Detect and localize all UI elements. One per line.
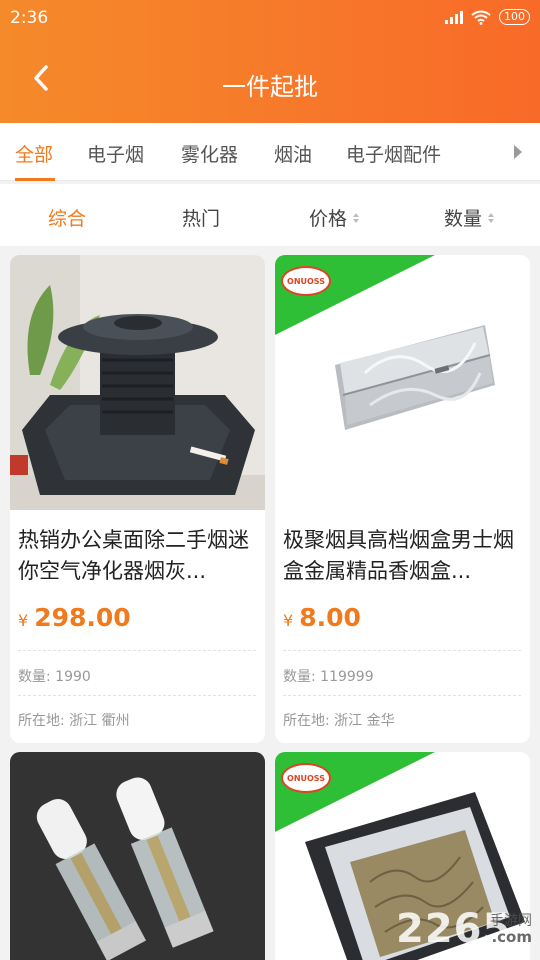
tab-active-indicator <box>15 178 55 181</box>
status-icons: 100 <box>445 9 530 25</box>
page-title: 一件起批 <box>222 73 318 101</box>
tab-atomizer[interactable]: 雾化器 <box>181 140 238 167</box>
product-location: 所在地: 浙江 衢州 <box>18 713 130 729</box>
product-price: ¥298.00 <box>18 603 131 632</box>
vape-cartridge-image <box>10 752 265 960</box>
status-bar: 2:36 100 <box>0 0 540 38</box>
sort-quantity-label: 数量 <box>444 208 483 230</box>
watermark-domain: .com <box>491 928 532 946</box>
product-card[interactable]: ONUOSS 极聚烟具高档烟盒男士烟盒金属精品香烟盒... ¥8.00 数量: … <box>275 255 530 743</box>
tab-all[interactable]: 全部 <box>15 140 53 167</box>
brand-logo: ONUOSS <box>281 266 331 296</box>
divider <box>283 695 521 696</box>
tab-accessories[interactable]: 电子烟配件 <box>346 140 441 167</box>
wifi-icon <box>471 10 491 25</box>
sort-bar: 综合 热门 价格 数量 <box>0 184 540 246</box>
sort-popular-label: 热门 <box>182 208 221 230</box>
sort-arrows-icon <box>353 212 360 223</box>
brand-logo: ONUOSS <box>281 763 331 793</box>
tab-e-cigarette[interactable]: 电子烟 <box>87 140 144 167</box>
sort-comprehensive[interactable]: 综合 <box>48 204 86 231</box>
currency-symbol: ¥ <box>18 611 29 630</box>
product-price: ¥8.00 <box>283 603 361 632</box>
watermark-text: 手游网 <box>490 913 532 929</box>
product-card[interactable] <box>10 752 265 960</box>
currency-symbol: ¥ <box>283 611 294 630</box>
navbar: 一件起批 <box>0 50 540 114</box>
sort-arrows-icon <box>488 212 495 223</box>
sort-price-label: 价格 <box>309 208 348 230</box>
air-purifier-ashtray-image <box>10 255 265 510</box>
divider <box>283 650 521 651</box>
product-card[interactable]: 热销办公桌面除二手烟迷你空气净化器烟灰... ¥298.00 数量: 1990 … <box>10 255 265 743</box>
tabs-scroll-right-icon[interactable] <box>514 145 522 159</box>
battery-icon: 100 <box>499 9 530 25</box>
price-value: 298.00 <box>34 603 131 632</box>
sort-price[interactable]: 价格 <box>309 204 360 231</box>
product-image <box>10 255 265 510</box>
app-header: 2:36 100 一件起批 <box>0 0 540 123</box>
product-image <box>10 752 265 960</box>
watermark: 2265 手游网 .com <box>396 906 536 956</box>
signal-icon <box>445 10 463 24</box>
price-value: 8.00 <box>299 603 361 632</box>
product-title: 极聚烟具高档烟盒男士烟盒金属精品香烟盒... <box>283 528 514 583</box>
product-quantity: 数量: 119999 <box>283 669 374 685</box>
divider <box>18 695 256 696</box>
product-location: 所在地: 浙江 金华 <box>283 713 395 729</box>
category-tabs: 全部 电子烟 雾化器 烟油 电子烟配件 <box>0 123 540 181</box>
sort-quantity[interactable]: 数量 <box>444 204 495 231</box>
product-quantity: 数量: 1990 <box>18 669 91 685</box>
product-title: 热销办公桌面除二手烟迷你空气净化器烟灰... <box>18 528 249 583</box>
sort-popular[interactable]: 热门 <box>182 204 220 231</box>
divider <box>18 650 256 651</box>
status-time: 2:36 <box>10 8 49 28</box>
sort-comprehensive-label: 综合 <box>48 208 87 230</box>
tab-e-liquid[interactable]: 烟油 <box>274 140 312 167</box>
